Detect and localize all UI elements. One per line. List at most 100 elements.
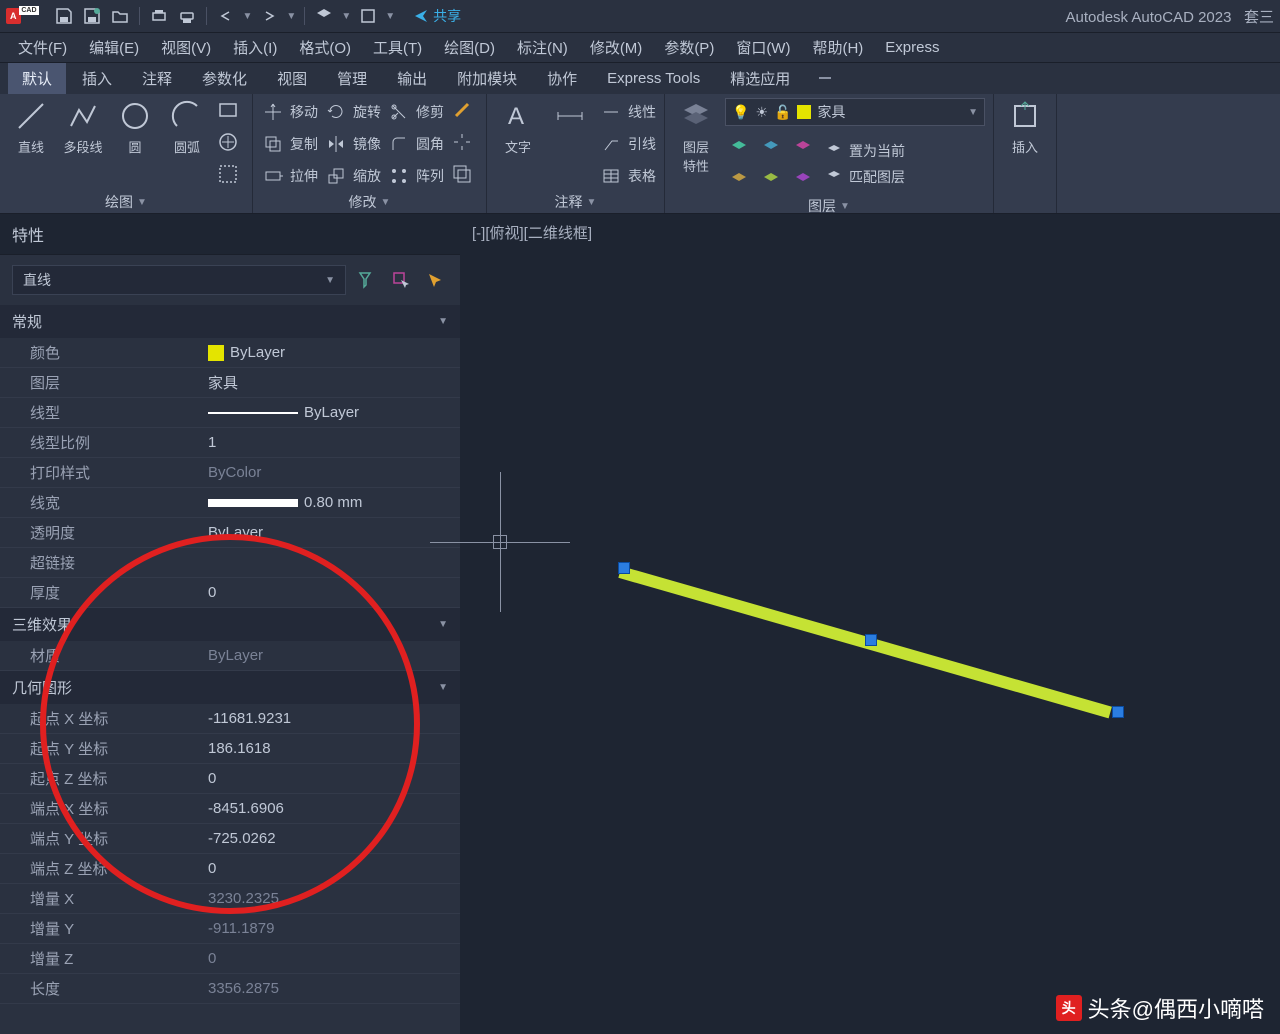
print-icon[interactable] [176, 5, 198, 27]
move-button[interactable]: 移动 [261, 98, 318, 126]
prop-linetype[interactable]: 线型ByLayer [0, 398, 460, 428]
mirror-button[interactable]: 镜像 [324, 130, 381, 158]
layer-qat-icon[interactable] [313, 5, 335, 27]
layer-lock-icon[interactable] [725, 166, 753, 194]
undo-icon[interactable] [215, 5, 237, 27]
toggle-pickadd-icon[interactable] [422, 267, 448, 293]
tab-addins[interactable]: 附加模块 [443, 63, 531, 94]
prop-start-z[interactable]: 起点 Z 坐标0 [0, 764, 460, 794]
tab-insert[interactable]: 插入 [68, 63, 126, 94]
quickselect-icon[interactable] [354, 267, 380, 293]
undo-dropdown-icon[interactable]: ▼ [243, 11, 253, 22]
trim-button[interactable]: 修剪 [387, 98, 444, 126]
scale-button[interactable]: 缩放 [324, 162, 381, 190]
table-button[interactable]: 表格 [599, 162, 656, 190]
prop-start-y[interactable]: 起点 Y 坐标186.1618 [0, 734, 460, 764]
prop-color[interactable]: 颜色ByLayer [0, 338, 460, 368]
chevron-down-icon[interactable]: ▼ [587, 197, 597, 208]
prop-hyperlink[interactable]: 超链接 [0, 548, 460, 578]
tab-view[interactable]: 视图 [263, 63, 321, 94]
prop-end-z[interactable]: 端点 Z 坐标0 [0, 854, 460, 884]
menu-express[interactable]: Express [875, 35, 949, 60]
section-3d[interactable]: 三维效果▼ [0, 608, 460, 641]
chevron-down-icon[interactable]: ▼ [381, 197, 391, 208]
menu-file[interactable]: 文件(F) [8, 33, 77, 62]
menu-view[interactable]: 视图(V) [151, 33, 221, 62]
text-button[interactable]: A文字 [495, 98, 541, 156]
layer-properties-button[interactable]: 图层 特性 [673, 98, 719, 175]
tab-output[interactable]: 输出 [383, 63, 441, 94]
layer-off-icon[interactable] [757, 134, 785, 162]
layer-dropdown[interactable]: 💡 ☀ 🔓 家具 ▼ [725, 98, 985, 126]
explode-icon[interactable] [450, 130, 478, 158]
grip-start[interactable] [618, 562, 630, 574]
dimension-button[interactable] [547, 98, 593, 134]
open-icon[interactable] [109, 5, 131, 27]
layout-qat-icon[interactable] [357, 5, 379, 27]
tab-default[interactable]: 默认 [8, 63, 66, 94]
circle-button[interactable]: 圆 [112, 98, 158, 156]
insert-block-button[interactable]: 插入 [1002, 98, 1048, 156]
section-general[interactable]: 常规▼ [0, 305, 460, 338]
leader-button[interactable]: 引线 [599, 130, 656, 158]
select-objects-icon[interactable] [388, 267, 414, 293]
layer-on-icon[interactable] [789, 166, 817, 194]
menu-parametric[interactable]: 参数(P) [654, 33, 724, 62]
arc-button[interactable]: 圆弧 [164, 98, 210, 156]
set-current-button[interactable]: 置为当前 [825, 141, 905, 161]
tab-annotate[interactable]: 注释 [128, 63, 186, 94]
prop-ltscale[interactable]: 线型比例1 [0, 428, 460, 458]
share-button[interactable]: 共享 [413, 6, 461, 26]
erase-icon[interactable] [450, 98, 478, 126]
prop-layer[interactable]: 图层家具 [0, 368, 460, 398]
menu-draw[interactable]: 绘图(D) [434, 33, 505, 62]
copy-button[interactable]: 复制 [261, 130, 318, 158]
menu-dimension[interactable]: 标注(N) [507, 33, 578, 62]
prop-transparency[interactable]: 透明度ByLayer [0, 518, 460, 548]
section-geometry[interactable]: 几何图形▼ [0, 671, 460, 704]
prop-material[interactable]: 材质ByLayer [0, 641, 460, 671]
region-icon[interactable] [216, 162, 244, 190]
menu-edit[interactable]: 编辑(E) [79, 33, 149, 62]
drawing-canvas[interactable]: [-][俯视][二维线框] 头 头条@偶西小嘀嗒 [460, 214, 1280, 1034]
linear-dim-button[interactable]: 线性 [599, 98, 656, 126]
prop-delta-x[interactable]: 增量 X3230.2325 [0, 884, 460, 914]
menu-format[interactable]: 格式(O) [289, 33, 361, 62]
fillet-button[interactable]: 圆角 [387, 130, 444, 158]
menu-window[interactable]: 窗口(W) [726, 33, 800, 62]
tab-parametric[interactable]: 参数化 [188, 63, 261, 94]
tab-express[interactable]: Express Tools [593, 65, 714, 92]
grip-end[interactable] [1112, 706, 1124, 718]
menu-modify[interactable]: 修改(M) [580, 33, 653, 62]
stretch-button[interactable]: 拉伸 [261, 162, 318, 190]
grip-mid[interactable] [865, 634, 877, 646]
layer-iso-icon[interactable] [725, 134, 753, 162]
prop-delta-y[interactable]: 增量 Y-911.1879 [0, 914, 460, 944]
offset-icon[interactable] [450, 162, 478, 190]
ribbon-more-icon[interactable] [814, 68, 836, 90]
match-layer-button[interactable]: 匹配图层 [825, 167, 905, 187]
prop-length[interactable]: 长度3356.2875 [0, 974, 460, 1004]
tab-collaborate[interactable]: 协作 [533, 63, 591, 94]
line-button[interactable]: 直线 [8, 98, 54, 156]
rotate-button[interactable]: 旋转 [324, 98, 381, 126]
prop-start-x[interactable]: 起点 X 坐标-11681.9231 [0, 704, 460, 734]
prop-lineweight[interactable]: 线宽0.80 mm [0, 488, 460, 518]
prop-end-x[interactable]: 端点 X 坐标-8451.6906 [0, 794, 460, 824]
polyline-button[interactable]: 多段线 [60, 98, 106, 156]
layer-freeze-icon[interactable] [789, 134, 817, 162]
array-button[interactable]: 阵列 [387, 162, 444, 190]
viewport-controls[interactable]: [-][俯视][二维线框] [472, 222, 592, 243]
chevron-down-icon[interactable]: ▼ [137, 197, 147, 208]
redo-icon[interactable] [258, 5, 280, 27]
app-logo-icon[interactable]: A [6, 8, 21, 24]
menu-help[interactable]: 帮助(H) [802, 33, 873, 62]
tab-manage[interactable]: 管理 [323, 63, 381, 94]
save-icon[interactable] [53, 5, 75, 27]
menu-insert[interactable]: 插入(I) [223, 33, 287, 62]
chevron-down-icon[interactable]: ▼ [840, 201, 850, 212]
prop-delta-z[interactable]: 增量 Z0 [0, 944, 460, 974]
prop-end-y[interactable]: 端点 Y 坐标-725.0262 [0, 824, 460, 854]
object-type-selector[interactable]: 直线▼ [12, 265, 346, 295]
plot-icon[interactable] [148, 5, 170, 27]
